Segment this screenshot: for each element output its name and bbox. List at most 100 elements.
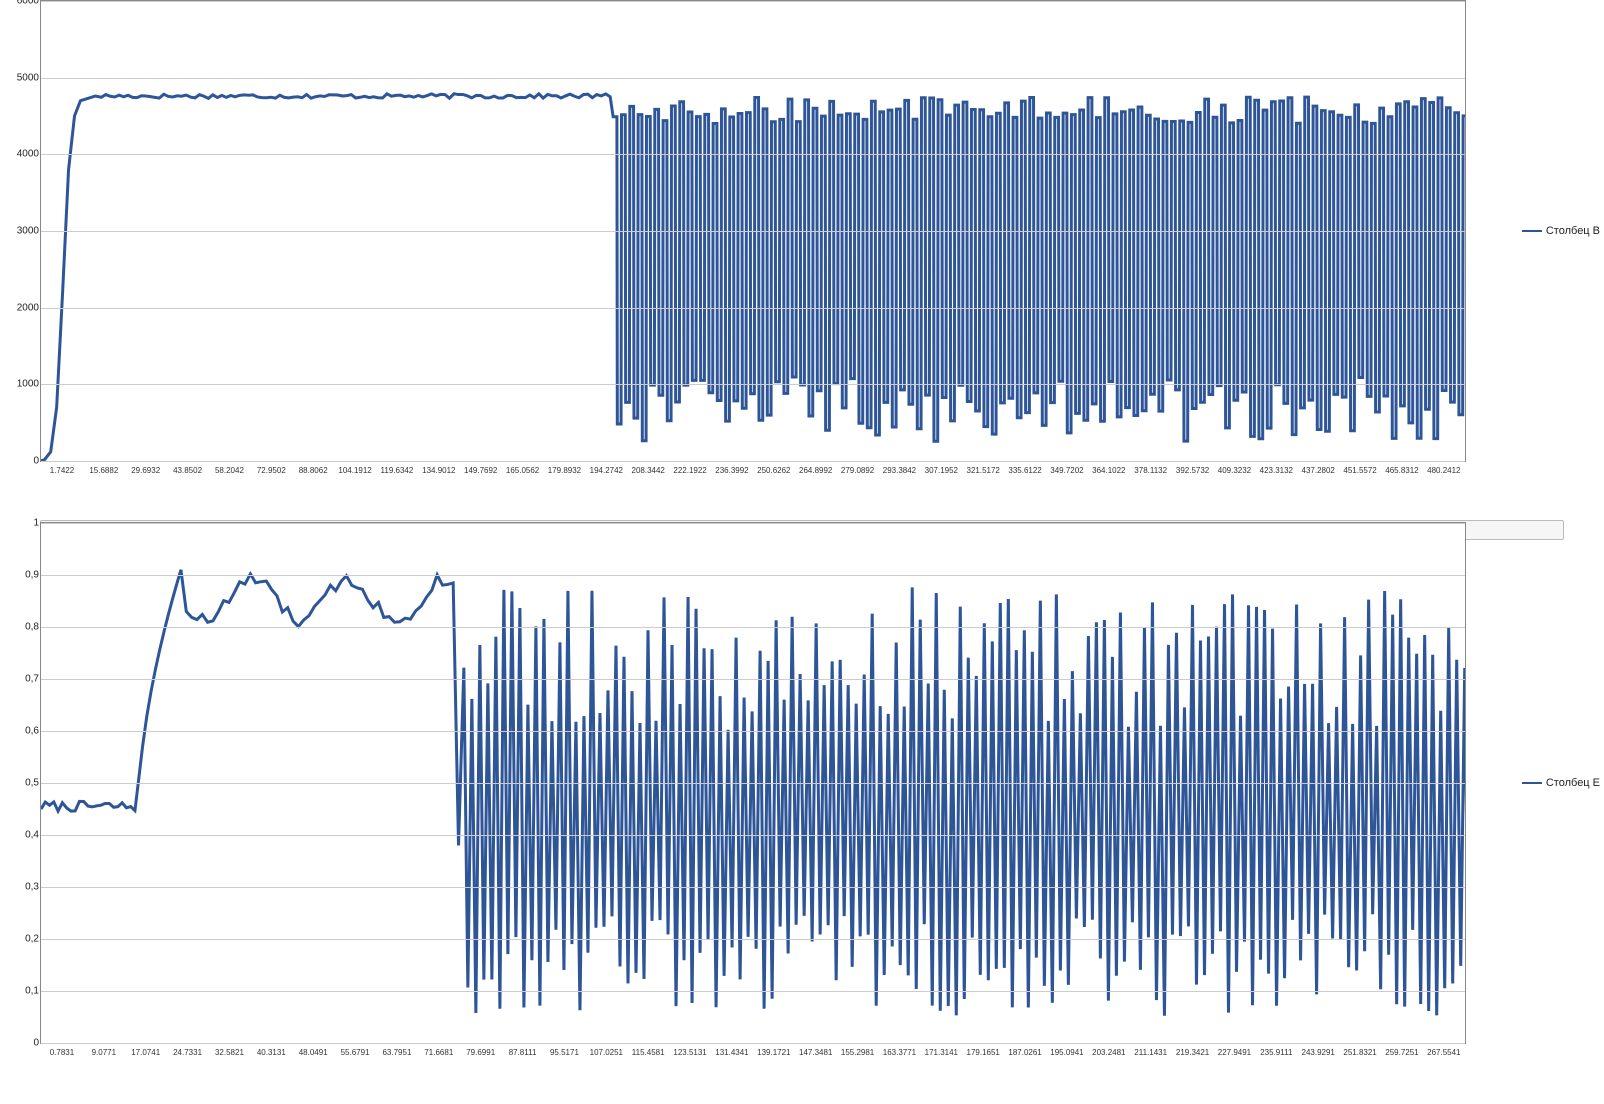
x-tick-label: 95.5171 bbox=[544, 1048, 586, 1057]
x-tick-label: 222.1922 bbox=[669, 466, 711, 475]
x-tick-label: 17.0741 bbox=[125, 1048, 167, 1057]
gridline bbox=[41, 991, 1465, 992]
x-tick-label: 451.5572 bbox=[1339, 466, 1381, 475]
x-tick-label: 0.7831 bbox=[41, 1048, 83, 1057]
x-tick-label: 72.9502 bbox=[250, 466, 292, 475]
x-tick-label: 63.7951 bbox=[376, 1048, 418, 1057]
y-tick-label: 0,4 bbox=[9, 830, 39, 841]
x-tick-label: 104.1912 bbox=[334, 466, 376, 475]
y-tick-label: 1000 bbox=[9, 379, 39, 390]
x-tick-row: 1.742215.688229.693243.850258.204272.950… bbox=[41, 466, 1465, 475]
x-tick-label: 155.2981 bbox=[837, 1048, 879, 1057]
y-tick-label: 2000 bbox=[9, 302, 39, 313]
x-tick-label: 48.0491 bbox=[292, 1048, 334, 1057]
y-tick-label: 0,8 bbox=[9, 622, 39, 633]
x-tick-label: 219.3421 bbox=[1172, 1048, 1214, 1057]
gridline bbox=[41, 461, 1465, 462]
y-tick-label: 0,2 bbox=[9, 934, 39, 945]
y-tick-label: 4000 bbox=[9, 149, 39, 160]
gridline bbox=[41, 1, 1465, 2]
y-tick-label: 0 bbox=[9, 1038, 39, 1049]
x-tick-label: 179.8932 bbox=[544, 466, 586, 475]
x-tick-label: 1.7422 bbox=[41, 466, 83, 475]
y-tick-label: 0,5 bbox=[9, 778, 39, 789]
x-tick-label: 321.5172 bbox=[962, 466, 1004, 475]
chart-2-legend-swatch bbox=[1522, 782, 1542, 784]
gridline bbox=[41, 887, 1465, 888]
x-tick-label: 179.1651 bbox=[962, 1048, 1004, 1057]
gridline bbox=[41, 575, 1465, 576]
x-tick-label: 147.3481 bbox=[795, 1048, 837, 1057]
chart-1-legend: Столбец B bbox=[1522, 225, 1600, 237]
chart-2-plot-area: Столбец E 00,10,20,30,40,50,60,70,80,910… bbox=[40, 522, 1466, 1044]
x-tick-label: 149.7692 bbox=[460, 466, 502, 475]
x-tick-label: 349.7202 bbox=[1046, 466, 1088, 475]
gridline bbox=[41, 154, 1465, 155]
x-tick-label: 107.0251 bbox=[585, 1048, 627, 1057]
y-tick-label: 6000 bbox=[9, 0, 39, 7]
x-tick-label: 79.6991 bbox=[460, 1048, 502, 1057]
x-tick-label: 243.9291 bbox=[1297, 1048, 1339, 1057]
x-tick-label: 264.8992 bbox=[795, 466, 837, 475]
x-tick-label: 203.2481 bbox=[1088, 1048, 1130, 1057]
x-tick-label: 24.7331 bbox=[167, 1048, 209, 1057]
y-tick-label: 0,7 bbox=[9, 674, 39, 685]
x-tick-label: 293.3842 bbox=[879, 466, 921, 475]
y-tick-label: 0,6 bbox=[9, 726, 39, 737]
x-tick-label: 87.8111 bbox=[502, 1048, 544, 1057]
x-tick-label: 134.9012 bbox=[418, 466, 460, 475]
gridline bbox=[41, 939, 1465, 940]
x-tick-label: 465.8312 bbox=[1381, 466, 1423, 475]
x-tick-label: 58.2042 bbox=[209, 466, 251, 475]
x-tick-label: 235.9111 bbox=[1255, 1048, 1297, 1057]
x-tick-label: 88.8062 bbox=[292, 466, 334, 475]
x-tick-label: 131.4341 bbox=[711, 1048, 753, 1057]
gridline bbox=[41, 627, 1465, 628]
x-tick-label: 165.0562 bbox=[502, 466, 544, 475]
x-tick-label: 55.6791 bbox=[334, 1048, 376, 1057]
gridline bbox=[41, 679, 1465, 680]
x-tick-row: 0.78319.077117.074124.733132.582140.3131… bbox=[41, 1048, 1465, 1057]
x-tick-label: 43.8502 bbox=[167, 466, 209, 475]
x-tick-label: 364.1022 bbox=[1088, 466, 1130, 475]
gridline bbox=[41, 523, 1465, 524]
gridline bbox=[41, 231, 1465, 232]
x-tick-label: 307.1952 bbox=[920, 466, 962, 475]
chart-1: Столбец B 01000200030004000500060001.742… bbox=[0, 0, 1604, 520]
x-tick-label: 437.2802 bbox=[1297, 466, 1339, 475]
x-tick-label: 211.1431 bbox=[1130, 1048, 1172, 1057]
x-tick-label: 119.6342 bbox=[376, 466, 418, 475]
y-tick-label: 0,1 bbox=[9, 986, 39, 997]
x-tick-label: 480.2412 bbox=[1423, 466, 1465, 475]
gridline bbox=[41, 835, 1465, 836]
x-tick-label: 163.3771 bbox=[879, 1048, 921, 1057]
gridline bbox=[41, 731, 1465, 732]
x-tick-label: 378.1132 bbox=[1130, 466, 1172, 475]
gridline bbox=[41, 1043, 1465, 1044]
chart-2-series-label: Столбец E bbox=[1546, 777, 1600, 789]
x-tick-label: 259.7251 bbox=[1381, 1048, 1423, 1057]
x-tick-label: 335.6122 bbox=[1004, 466, 1046, 475]
x-tick-label: 423.3132 bbox=[1255, 466, 1297, 475]
x-tick-label: 194.2742 bbox=[585, 466, 627, 475]
x-tick-label: 29.6932 bbox=[125, 466, 167, 475]
gridline bbox=[41, 308, 1465, 309]
x-tick-label: 71.6681 bbox=[418, 1048, 460, 1057]
x-tick-label: 267.5541 bbox=[1423, 1048, 1465, 1057]
chart-2: Столбец E 00,10,20,30,40,50,60,70,80,910… bbox=[0, 512, 1604, 1092]
chart-1-legend-swatch bbox=[1522, 230, 1542, 232]
x-tick-label: 9.0771 bbox=[83, 1048, 125, 1057]
x-tick-label: 115.4581 bbox=[627, 1048, 669, 1057]
x-tick-label: 123.5131 bbox=[669, 1048, 711, 1057]
gridline bbox=[41, 78, 1465, 79]
gridline bbox=[41, 783, 1465, 784]
x-tick-label: 171.3141 bbox=[920, 1048, 962, 1057]
x-tick-label: 187.0261 bbox=[1004, 1048, 1046, 1057]
x-tick-label: 392.5732 bbox=[1172, 466, 1214, 475]
x-tick-label: 40.3131 bbox=[250, 1048, 292, 1057]
y-tick-label: 1 bbox=[9, 518, 39, 529]
x-tick-label: 139.1721 bbox=[753, 1048, 795, 1057]
x-tick-label: 279.0892 bbox=[837, 466, 879, 475]
y-tick-label: 3000 bbox=[9, 226, 39, 237]
x-tick-label: 409.3232 bbox=[1214, 466, 1256, 475]
